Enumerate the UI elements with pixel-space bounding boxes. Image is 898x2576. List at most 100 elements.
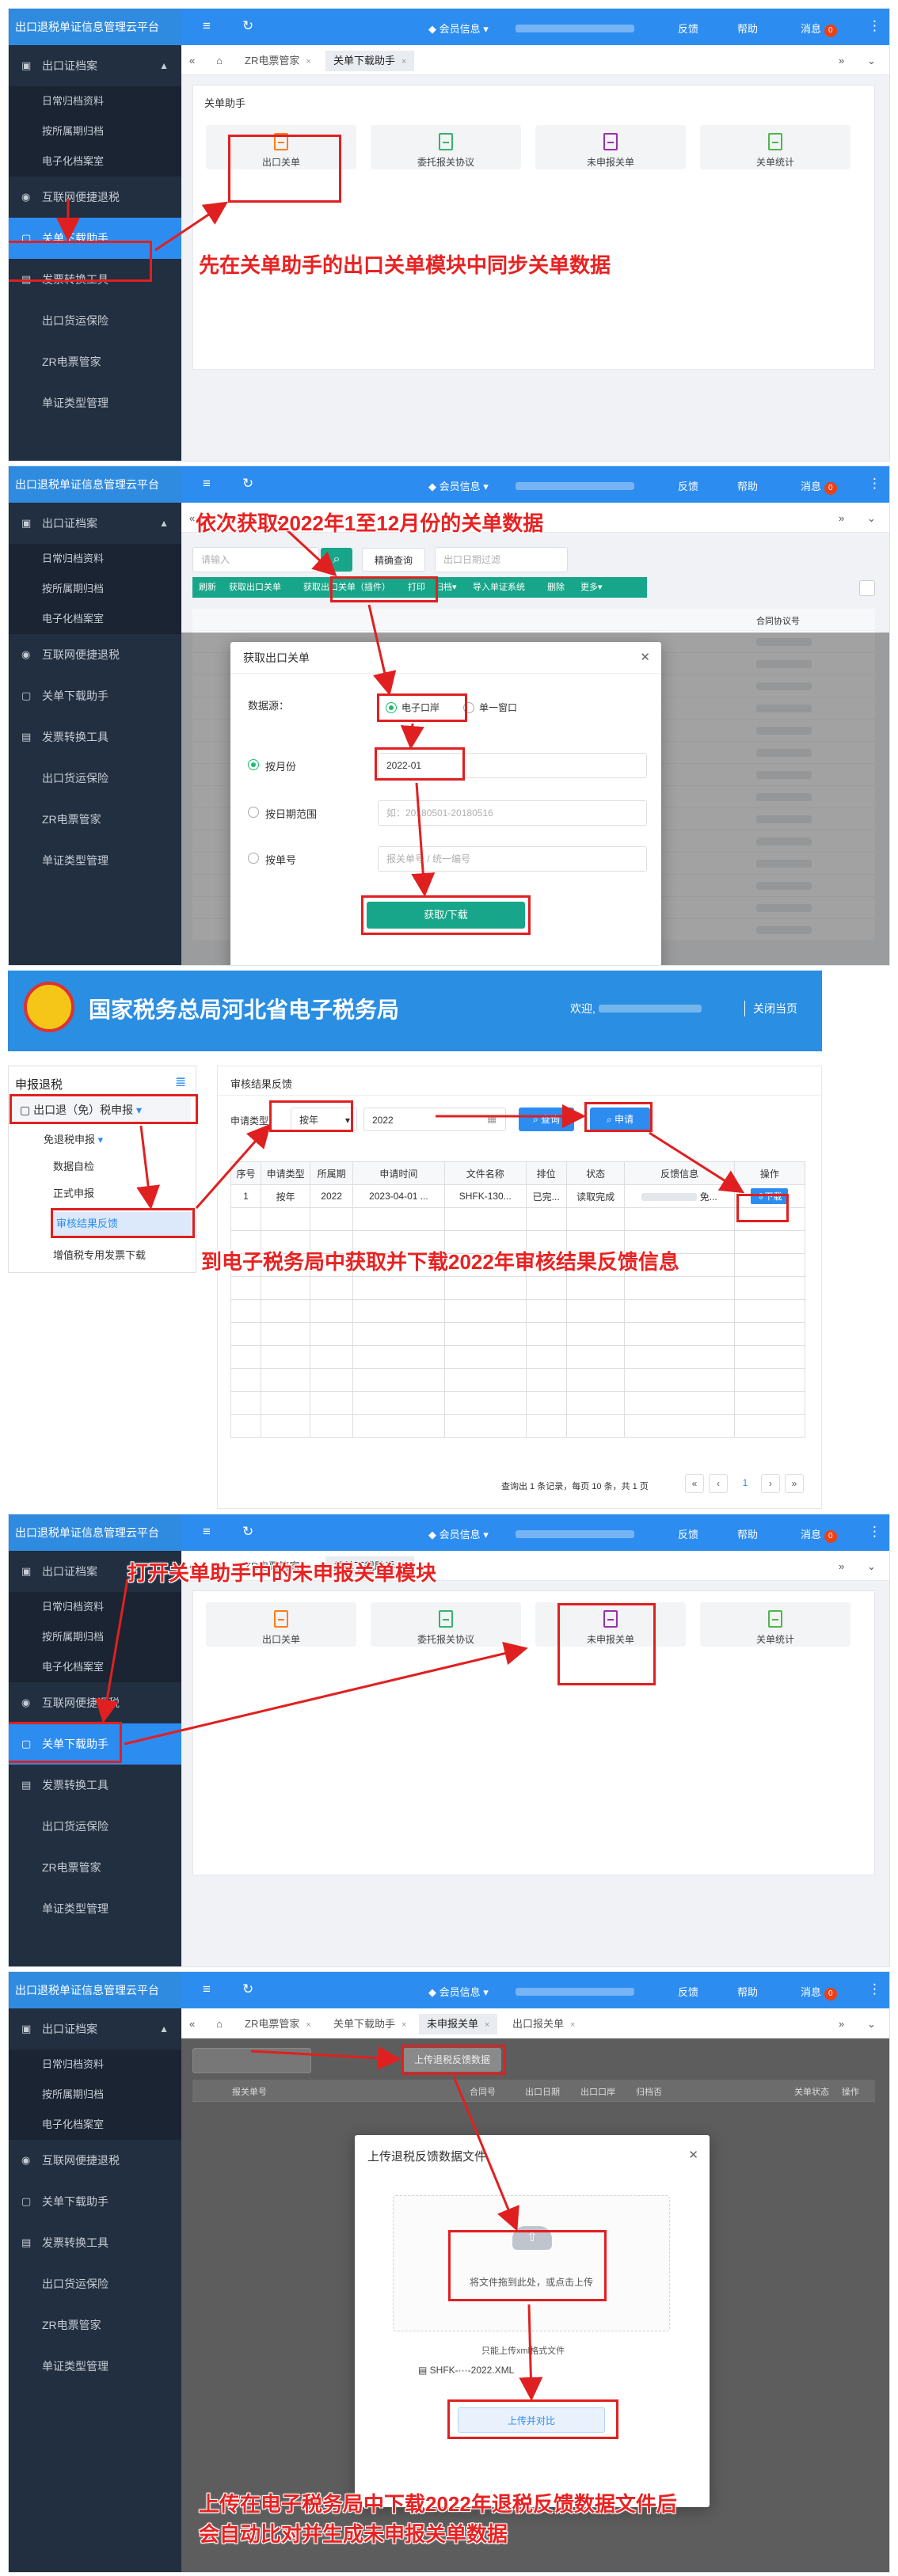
help-link[interactable]: 帮助 [737, 1526, 758, 1541]
sidebar-sub-electronic[interactable]: 电子化档案室 [9, 2110, 181, 2140]
refresh-icon[interactable]: ↻ [242, 1981, 253, 1997]
toolbar-import[interactable]: 导入单证系统 [473, 577, 525, 598]
feedback-link[interactable]: 反馈 [678, 21, 698, 36]
tab-zr-invoice[interactable]: ZR电票管家 × [237, 51, 319, 71]
refresh-icon[interactable]: ↻ [242, 1524, 253, 1540]
menu-item-selfcheck[interactable]: 数据自检 [53, 1158, 94, 1173]
year-input[interactable]: 2022 [363, 1108, 506, 1131]
tab-export-customs[interactable]: 出口报关单 × [504, 2014, 583, 2035]
close-icon[interactable]: × [401, 57, 406, 66]
calendar-icon[interactable]: ▦ [487, 1112, 497, 1125]
help-link[interactable]: 帮助 [737, 478, 758, 493]
help-link[interactable]: 帮助 [737, 1984, 758, 1999]
tab-customs-helper[interactable]: 关单下载助手 × [325, 2014, 414, 2035]
tab-next-button[interactable]: » [831, 2014, 852, 2035]
home-icon[interactable]: ⌂ [208, 51, 230, 71]
sidebar-item-internet-refund[interactable]: ◉ 互联网便捷退税 [9, 1682, 181, 1723]
sidebar-sub-period[interactable]: 按所属期归档 [9, 116, 181, 146]
more-icon[interactable]: ⋮ [868, 476, 881, 492]
page-prev-button[interactable]: ‹ [709, 1474, 728, 1493]
messages-link[interactable]: 消息 0 [801, 1526, 837, 1543]
sidebar-sub-electronic[interactable]: 电子化档案室 [9, 604, 181, 634]
chevron-down-icon[interactable]: ⌄ [859, 51, 884, 71]
sidebar-item-insurance[interactable]: 出口货运保险 [9, 2263, 181, 2304]
module-customs-stats[interactable]: 关单统计 [700, 1602, 850, 1647]
radio-by-no[interactable] [248, 853, 259, 864]
search-input[interactable]: 请输入 [192, 547, 319, 572]
menu-toggle-icon[interactable]: ≡ [203, 1524, 211, 1540]
list-icon[interactable]: ≣ [175, 1074, 186, 1090]
sidebar-item-invoice-tool[interactable]: ▤ 发票转换工具 [9, 716, 181, 758]
refresh-icon[interactable]: ↻ [242, 18, 253, 34]
chevron-down-icon[interactable]: ⌄ [859, 508, 884, 529]
sidebar-item-insurance[interactable]: 出口货运保险 [9, 1806, 181, 1847]
sidebar-item-doc-types[interactable]: 单证类型管理 [9, 382, 181, 424]
toolbar-archive[interactable]: 归档▾ [435, 577, 457, 598]
chevron-down-icon[interactable]: ⌄ [859, 1556, 884, 1577]
tab-next-button[interactable]: » [831, 1556, 852, 1577]
sidebar-item-export-archive[interactable]: ▣ 出口证档案 ▲ [9, 503, 181, 544]
sidebar-item-doc-types[interactable]: 单证类型管理 [9, 1888, 181, 1929]
sidebar-item-zr-invoice[interactable]: ZR电票管家 [9, 1847, 181, 1888]
close-page-link[interactable]: 关闭当页 [744, 1001, 797, 1016]
module-customs-stats[interactable]: 关单统计 [700, 125, 850, 169]
feedback-link[interactable]: 反馈 [678, 1526, 698, 1541]
sidebar-sub-daily[interactable]: 日常归档资料 [9, 544, 181, 574]
close-icon[interactable]: × [306, 2020, 310, 2030]
customs-no-input[interactable]: 报关单号 / 统一编号 [378, 846, 647, 872]
more-icon[interactable]: ⋮ [868, 1981, 881, 1997]
page-first-button[interactable]: « [685, 1474, 704, 1493]
module-agency-agreement[interactable]: 委托报关协议 [371, 125, 521, 169]
sidebar-item-insurance[interactable]: 出口货运保险 [9, 758, 181, 799]
sidebar-sub-daily[interactable]: 日常归档资料 [9, 86, 181, 116]
module-export-customs[interactable]: 出口关单 [206, 1602, 356, 1647]
messages-link[interactable]: 消息 0 [801, 21, 837, 37]
close-icon[interactable]: × [401, 2020, 406, 2030]
messages-link[interactable]: 消息 0 [801, 1984, 837, 2000]
search-input[interactable] [192, 2048, 311, 2073]
help-link[interactable]: 帮助 [737, 21, 758, 36]
member-info-menu[interactable]: ◆ 会员信息 ▾ [428, 21, 489, 36]
tab-next-button[interactable]: » [831, 508, 852, 529]
period-filter-input[interactable]: 出口日期过滤 [435, 547, 568, 572]
close-icon[interactable]: ✕ [640, 642, 650, 674]
page-next-button[interactable]: › [761, 1474, 780, 1493]
sidebar-item-customs-download[interactable]: ▢ 关单下载助手 [9, 2181, 181, 2222]
sidebar-item-invoice-tool[interactable]: ▤ 发票转换工具 [9, 2222, 181, 2263]
menu-toggle-icon[interactable]: ≡ [203, 18, 211, 34]
menu-item-formal[interactable]: 正式申报 [53, 1185, 94, 1200]
more-icon[interactable]: ⋮ [868, 18, 881, 34]
sidebar-item-doc-types[interactable]: 单证类型管理 [9, 840, 181, 881]
menu-item-exempt[interactable]: 免退税申报 ▾ [44, 1131, 103, 1146]
sidebar-sub-period[interactable]: 按所属期归档 [9, 1622, 181, 1652]
sidebar-sub-period[interactable]: 按所属期归档 [9, 2080, 181, 2110]
menu-toggle-icon[interactable]: ≡ [203, 1981, 211, 1997]
feedback-link[interactable]: 反馈 [678, 478, 698, 493]
tab-next-button[interactable]: » [831, 51, 852, 71]
date-range-input[interactable]: 如：20180501-20180516 [378, 800, 647, 826]
search-button[interactable]: ⌕ [321, 548, 352, 572]
sidebar-item-doc-types[interactable]: 单证类型管理 [9, 2346, 181, 2387]
member-info-menu[interactable]: ◆ 会员信息 ▾ [428, 1984, 489, 1999]
menu-toggle-icon[interactable]: ≡ [203, 476, 211, 492]
toolbar-more[interactable]: 更多▾ [580, 577, 603, 598]
tab-prev-button[interactable]: « [181, 51, 203, 71]
menu-item-vat-download[interactable]: 增值税专用发票下载 [53, 1247, 146, 1262]
radio-by-date[interactable] [248, 807, 259, 818]
sidebar-sub-electronic[interactable]: 电子化档案室 [9, 1652, 181, 1682]
sidebar-item-customs-download[interactable]: ▢ 关单下载助手 [9, 675, 181, 716]
close-icon[interactable]: × [485, 2020, 489, 2030]
member-info-menu[interactable]: ◆ 会员信息 ▾ [428, 1526, 489, 1541]
tab-prev-button[interactable]: « [181, 2014, 203, 2035]
sidebar-item-internet-refund[interactable]: ◉ 互联网便捷退税 [9, 2140, 181, 2181]
page-last-button[interactable]: » [785, 1474, 804, 1493]
sidebar-sub-daily[interactable]: 日常归档资料 [9, 2050, 181, 2080]
sidebar-sub-electronic[interactable]: 电子化档案室 [9, 146, 181, 177]
page-current[interactable]: 1 [736, 1474, 755, 1493]
feedback-link[interactable]: 反馈 [678, 1984, 698, 1999]
toolbar-get-customs[interactable]: 获取出口关单 [229, 577, 281, 598]
tab-customs-helper[interactable]: 关单下载助手 × [325, 51, 415, 71]
chevron-down-icon[interactable]: ⌄ [859, 2014, 884, 2035]
tab-undeclared[interactable]: 未申报关单 × [419, 2014, 498, 2035]
sidebar-item-zr-invoice[interactable]: ZR电票管家 [9, 341, 181, 382]
